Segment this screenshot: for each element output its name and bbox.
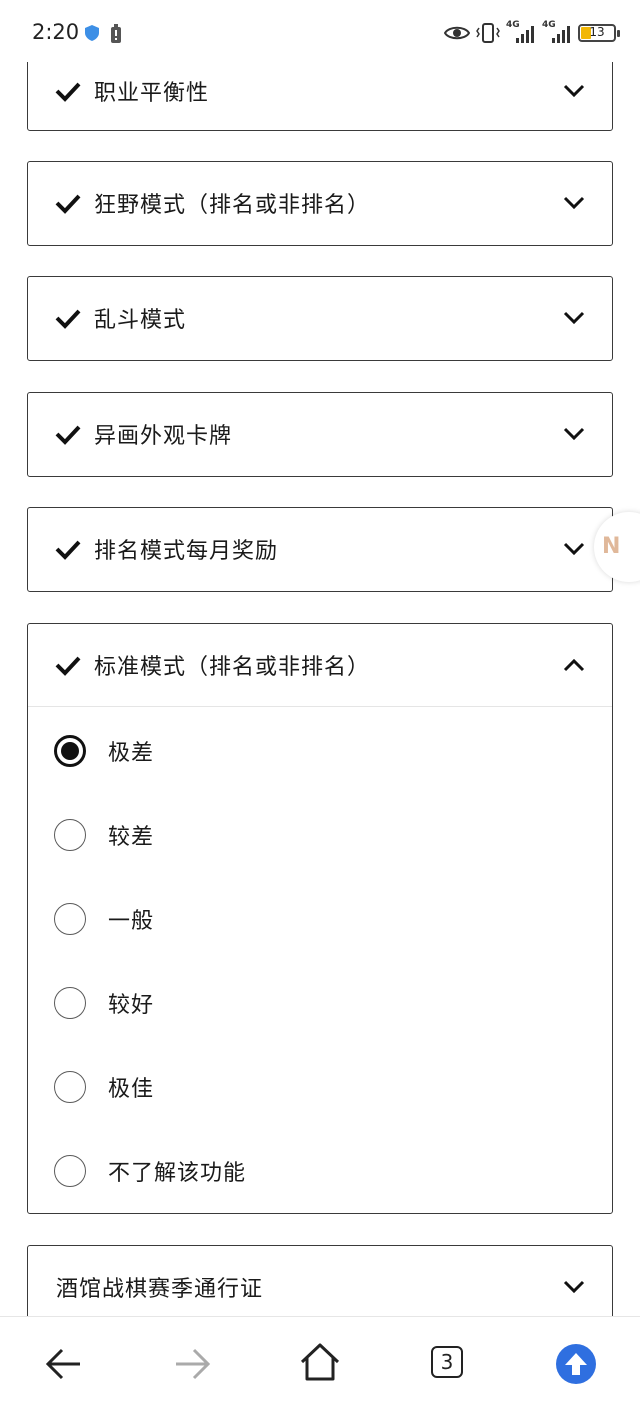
radio-button[interactable] <box>54 819 86 851</box>
check-icon <box>55 82 81 102</box>
radio-button[interactable] <box>54 1071 86 1103</box>
accordion-header[interactable]: 职业平衡性 <box>28 50 612 132</box>
accordion-item-signature-cards[interactable]: 异画外观卡牌 <box>27 392 613 477</box>
chevron-down-icon[interactable] <box>562 422 586 446</box>
chevron-down-icon[interactable] <box>562 306 586 330</box>
rating-option-label: 极差 <box>108 741 155 766</box>
battery-saver-icon <box>111 24 121 43</box>
rating-option[interactable]: 较好 <box>54 978 154 1028</box>
chevron-up-icon[interactable] <box>562 653 586 677</box>
accordion-title: 排名模式每月奖励 <box>94 539 279 564</box>
chevron-down-icon[interactable] <box>562 537 586 561</box>
rating-option[interactable]: 一般 <box>54 894 154 944</box>
accordion-item-wild-mode[interactable]: 狂野模式（排名或非排名） <box>27 161 613 246</box>
radio-button[interactable] <box>54 1155 86 1187</box>
rating-option[interactable]: 不了解该功能 <box>54 1146 246 1196</box>
vibrate-icon <box>476 23 500 43</box>
chevron-down-icon[interactable] <box>562 191 586 215</box>
accordion-title: 酒馆战棋赛季通行证 <box>56 1277 264 1302</box>
status-bar: 2:20 4G 4G 13 <box>0 0 640 62</box>
eye-comfort-icon <box>444 26 470 40</box>
accordion-header[interactable]: 排名模式每月奖励 <box>28 508 612 590</box>
battery-level: 13 <box>589 25 605 39</box>
radio-button-selected[interactable] <box>54 735 86 767</box>
accordion-header[interactable]: 狂野模式（排名或非排名） <box>28 162 612 244</box>
network-type-2: 4G <box>542 20 556 30</box>
accordion-header[interactable]: 标准模式（排名或非排名） <box>28 624 612 706</box>
home-icon[interactable] <box>296 1338 344 1386</box>
forward-arrow-icon[interactable] <box>168 1340 216 1388</box>
rating-option-label: 不了解该功能 <box>108 1161 247 1186</box>
accordion-header[interactable]: 异画外观卡牌 <box>28 393 612 475</box>
rating-option-label: 较差 <box>108 825 155 850</box>
accordion-title: 乱斗模式 <box>94 308 187 333</box>
accordion-title: 狂野模式（排名或非排名） <box>94 193 371 218</box>
status-icons: 4G 4G 13 <box>444 18 620 48</box>
tabs-icon[interactable]: 3 <box>431 1346 463 1378</box>
rating-option-label: 一般 <box>108 909 155 934</box>
accordion-title: 职业平衡性 <box>94 81 210 106</box>
accordion-item-standard-mode[interactable]: 标准模式（排名或非排名） 极差 较差 一般 较好 极佳 不了解该功能 <box>27 623 613 1214</box>
floating-badge-text: N <box>602 534 621 559</box>
rating-option-label: 极佳 <box>108 1077 155 1102</box>
back-arrow-icon[interactable] <box>40 1340 88 1388</box>
network-type-1: 4G <box>506 20 520 30</box>
rating-option-label: 较好 <box>108 993 155 1018</box>
accordion-item-ranked-rewards[interactable]: 排名模式每月奖励 <box>27 507 613 592</box>
shield-icon <box>85 25 99 41</box>
check-icon <box>55 425 81 445</box>
status-time: 2:20 <box>32 20 80 44</box>
check-icon <box>55 194 81 214</box>
accordion-title: 标准模式（排名或非排名） <box>94 655 371 680</box>
rating-option[interactable]: 极差 <box>54 726 154 776</box>
radio-button[interactable] <box>54 903 86 935</box>
accordion-item-brawl-mode[interactable]: 乱斗模式 <box>27 276 613 361</box>
check-icon <box>55 540 81 560</box>
battery-icon: 13 <box>578 24 620 42</box>
signal-icon-2: 4G <box>542 20 572 44</box>
accordion-title: 异画外观卡牌 <box>94 424 233 449</box>
check-icon <box>55 656 81 676</box>
scroll-up-icon <box>565 1353 587 1375</box>
accordion-divider <box>28 706 612 707</box>
chevron-down-icon[interactable] <box>562 1275 586 1299</box>
check-icon <box>55 309 81 329</box>
radio-button[interactable] <box>54 987 86 1019</box>
accordion-header[interactable]: 乱斗模式 <box>28 277 612 359</box>
signal-icon-1: 4G <box>506 20 536 44</box>
scroll-up-button[interactable] <box>556 1344 596 1384</box>
rating-option[interactable]: 较差 <box>54 810 154 860</box>
chevron-down-icon[interactable] <box>562 79 586 103</box>
rating-option[interactable]: 极佳 <box>54 1062 154 1112</box>
